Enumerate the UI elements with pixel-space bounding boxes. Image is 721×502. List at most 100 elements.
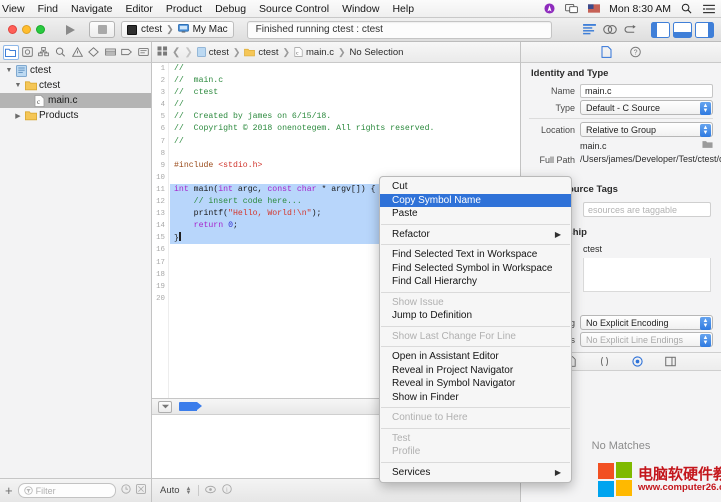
navigator-toggle-button[interactable]	[651, 22, 670, 38]
minimize-button[interactable]	[22, 25, 31, 34]
target-membership-label: ctest	[583, 244, 602, 254]
watermark-url: www.computer26.com	[638, 482, 721, 493]
type-row: Type Default - C Source ▲▼	[521, 99, 721, 116]
search-icon[interactable]	[680, 3, 693, 15]
tree-item-main-c[interactable]: c main.c	[0, 93, 151, 108]
context-item-reveal-in-project-navigator[interactable]: Reveal in Project Navigator	[380, 364, 571, 378]
related-items-icon[interactable]	[157, 46, 168, 59]
popup-stepper-icon: ▲▼	[700, 102, 711, 115]
context-item-show-in-finder[interactable]: Show in Finder	[380, 391, 571, 405]
tree-item-products[interactable]: ▶ Products	[0, 108, 151, 123]
project-navigator[interactable]: ▼ ctest ▼ ctest c main.c ▶ Products	[0, 63, 152, 478]
assistant-editor-icon[interactable]	[601, 21, 619, 38]
menu-navigate[interactable]: Navigate	[71, 3, 112, 15]
location-icon[interactable]	[543, 3, 556, 15]
context-item-find-selected-symbol[interactable]: Find Selected Symbol in Workspace	[380, 262, 571, 276]
disclosure-triangle-icon[interactable]: ▶	[14, 112, 22, 120]
tree-item-group[interactable]: ▼ ctest	[0, 78, 151, 93]
macos-menu-bar: View Find Navigate Editor Product Debug …	[0, 0, 721, 18]
context-item-cut[interactable]: Cut	[380, 180, 571, 194]
context-item-jump-to-definition[interactable]: Jump to Definition	[380, 309, 571, 323]
add-item-button[interactable]: +	[5, 483, 13, 498]
debug-area-toggle-button[interactable]	[673, 22, 692, 38]
location-popup-button[interactable]: Relative to Group ▲▼	[580, 122, 713, 137]
tree-item-project[interactable]: ▼ ctest	[0, 63, 151, 78]
hide-debug-area-button[interactable]	[158, 401, 172, 413]
context-item-reveal-in-symbol-navigator[interactable]: Reveal in Symbol Navigator	[380, 377, 571, 391]
line-endings-popup-button[interactable]: No Explicit Line Endings ▲▼	[580, 332, 713, 347]
breakpoint-navigator-icon[interactable]	[119, 45, 135, 60]
recent-files-filter-icon[interactable]	[121, 484, 131, 497]
disclosure-triangle-icon[interactable]: ▼	[5, 67, 13, 74]
context-item-refactor[interactable]: Refactor▶	[380, 228, 571, 242]
notification-center-icon[interactable]	[702, 3, 715, 15]
close-button[interactable]	[8, 25, 17, 34]
editor-context-menu[interactable]: Cut Copy Symbol Name Paste Refactor▶ Fin…	[379, 176, 572, 483]
menu-bar-clock[interactable]: Mon 8:30 AM	[609, 3, 671, 15]
resource-tags-field[interactable]: esources are taggable	[583, 202, 711, 217]
indent-mode-label[interactable]: Auto	[160, 485, 180, 496]
context-item-find-call-hierarchy[interactable]: Find Call Hierarchy	[380, 275, 571, 289]
menu-debug[interactable]: Debug	[215, 3, 246, 15]
breadcrumb-file[interactable]: c main.c	[294, 47, 334, 58]
context-item-paste[interactable]: Paste	[380, 207, 571, 221]
forward-button[interactable]: ❯	[184, 47, 192, 58]
preview-eye-icon[interactable]	[205, 485, 216, 497]
identity-section-title: Identity and Type	[521, 63, 721, 83]
choose-file-folder-icon[interactable]	[702, 140, 713, 152]
line-number: 11	[152, 184, 168, 196]
quick-help-inspector-tab[interactable]: ?	[628, 45, 643, 59]
folder-icon	[25, 110, 36, 122]
standard-editor-icon[interactable]	[580, 21, 598, 38]
test-navigator-icon[interactable]	[86, 45, 102, 60]
find-navigator-icon[interactable]	[53, 45, 69, 60]
menu-view[interactable]: View	[2, 3, 25, 15]
screen-share-icon[interactable]	[565, 3, 578, 15]
utilities-toggle-button[interactable]	[695, 22, 714, 38]
line-number: 20	[152, 293, 168, 305]
code-snippet-library-tab[interactable]	[598, 355, 611, 368]
file-inspector-tab[interactable]	[599, 45, 614, 59]
breadcrumb-project[interactable]: ctest	[197, 47, 229, 58]
symbol-navigator-icon[interactable]	[36, 45, 52, 60]
debug-navigator-icon[interactable]	[102, 45, 118, 60]
breakpoints-toggle-button[interactable]	[179, 402, 197, 411]
stop-button[interactable]	[89, 21, 115, 38]
target-membership-list[interactable]	[583, 258, 711, 292]
zoom-button[interactable]	[36, 25, 45, 34]
name-field[interactable]: main.c	[580, 84, 713, 98]
xcode-window: View Find Navigate Editor Product Debug …	[0, 0, 721, 502]
menu-find[interactable]: Find	[38, 3, 58, 15]
menu-editor[interactable]: Editor	[125, 3, 152, 15]
indent-stepper-icon[interactable]: ▲▼	[186, 487, 192, 495]
object-library-tab[interactable]	[631, 355, 644, 368]
project-navigator-icon[interactable]	[3, 45, 19, 60]
version-editor-icon[interactable]	[622, 21, 640, 38]
report-navigator-icon[interactable]	[135, 45, 151, 60]
context-item-services[interactable]: Services▶	[380, 466, 571, 480]
breadcrumb-group[interactable]: ctest	[244, 47, 278, 58]
target-membership-item[interactable]: ctest	[583, 244, 711, 254]
type-popup-button[interactable]: Default - C Source ▲▼	[580, 100, 713, 115]
media-library-tab[interactable]	[664, 355, 677, 368]
back-button[interactable]: ❮	[172, 47, 180, 58]
context-item-open-in-assistant-editor[interactable]: Open in Assistant Editor	[380, 350, 571, 364]
run-button[interactable]	[57, 21, 83, 38]
source-control-navigator-icon[interactable]	[20, 45, 36, 60]
disclosure-triangle-icon[interactable]: ▼	[14, 82, 22, 89]
context-item-copy-symbol-name[interactable]: Copy Symbol Name	[380, 194, 571, 208]
info-icon[interactable]: i	[222, 484, 232, 497]
flag-icon[interactable]	[587, 3, 600, 15]
code-line-5: // Created by james on 6/15/18.	[170, 111, 520, 123]
menu-source-control[interactable]: Source Control	[259, 3, 329, 15]
scheme-selector[interactable]: ctest ❯ My Mac	[121, 21, 234, 38]
menu-help[interactable]: Help	[392, 3, 414, 15]
navigator-filter-field[interactable]: Filter	[18, 483, 116, 498]
menu-window[interactable]: Window	[342, 3, 379, 15]
issue-navigator-icon[interactable]	[69, 45, 85, 60]
context-item-find-selected-text[interactable]: Find Selected Text in Workspace	[380, 248, 571, 262]
source-control-filter-icon[interactable]	[136, 484, 146, 497]
breadcrumb-selection[interactable]: No Selection	[350, 47, 404, 58]
menu-product[interactable]: Product	[166, 3, 202, 15]
encoding-popup-button[interactable]: No Explicit Encoding ▲▼	[580, 315, 713, 330]
